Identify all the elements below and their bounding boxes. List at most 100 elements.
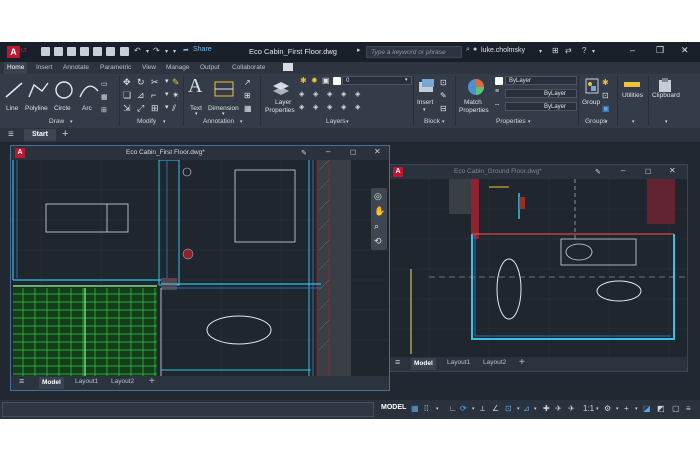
edit-block-icon[interactable]: ✎	[440, 91, 447, 100]
object-snap-dropdown-icon[interactable]: ▾	[517, 406, 520, 412]
match-properties-icon[interactable]	[466, 77, 486, 97]
quick-properties-icon[interactable]: ◪	[643, 404, 651, 413]
modify-panel-expand-icon[interactable]: ▾	[163, 119, 166, 125]
maximize-icon[interactable]: ❐	[656, 45, 664, 56]
layer-color-swatch[interactable]	[333, 77, 341, 85]
command-line[interactable]	[2, 402, 374, 417]
exchange-icon[interactable]: ⇄	[565, 46, 572, 55]
linetype-icon[interactable]: ┄	[495, 101, 499, 109]
search-arrow-icon[interactable]: ▸	[357, 46, 361, 54]
user-icon[interactable]: ●	[473, 46, 477, 53]
save-icon[interactable]	[67, 47, 76, 56]
layer-tool-7-icon[interactable]: ◈	[313, 103, 318, 111]
tab-parametric[interactable]: Parametric	[100, 64, 131, 71]
layout-tab-2[interactable]: Layout2	[483, 359, 506, 366]
block-panel-title[interactable]: Block	[424, 118, 440, 125]
close-icon[interactable]: ✕	[681, 45, 689, 56]
clipboard-icon[interactable]	[657, 77, 673, 93]
transparency-icon[interactable]: ✚	[543, 404, 550, 413]
save-as-icon[interactable]	[80, 47, 89, 56]
arc-tool[interactable]: Arc	[82, 105, 92, 112]
layout-menu-icon[interactable]: ≡	[19, 376, 24, 386]
layout-menu-icon[interactable]: ≡	[395, 357, 400, 367]
fillet-icon[interactable]: ⌐	[151, 90, 156, 100]
drawing-window-ground-floor[interactable]: A Eco Cabin_Ground Floor.dwg* ✎ – ☐ ✕ ≡ …	[388, 164, 688, 372]
pan-icon[interactable]: ✋	[374, 206, 385, 217]
lineweight-icon[interactable]: ≡	[495, 88, 499, 95]
layers-panel-title[interactable]: Layers	[326, 118, 346, 125]
lineweight-dropdown[interactable]: ByLayer	[505, 89, 577, 98]
annotation-monitor-icon[interactable]: +	[624, 404, 629, 413]
dimension-dropdown-icon[interactable]: ▾	[222, 111, 225, 117]
scale-dropdown-icon[interactable]: ▾	[596, 406, 599, 412]
leader-icon[interactable]: ↗	[244, 78, 251, 87]
steering-wheel-icon[interactable]: ◎	[374, 191, 382, 202]
open-file-icon[interactable]	[54, 47, 63, 56]
tab-output[interactable]: Output	[200, 64, 220, 71]
boundary-icon[interactable]: ⊞	[101, 106, 107, 114]
clean-screen-icon[interactable]: ▢	[672, 404, 680, 413]
zoom-icon[interactable]: ⌕	[374, 221, 379, 232]
lineweight-toggle-icon[interactable]: ⊿	[523, 404, 530, 413]
layer-dropdown-arrow-icon[interactable]: ▾	[405, 77, 408, 83]
save-web-icon[interactable]	[106, 47, 115, 56]
groups-panel-expand-icon[interactable]: ▾	[605, 119, 608, 125]
search-icon[interactable]: ⌕	[466, 46, 470, 54]
linetype-dropdown[interactable]: ByLayer	[505, 102, 577, 111]
line-tool[interactable]: Line	[6, 105, 18, 112]
polar-dropdown-icon[interactable]: ▾	[472, 406, 475, 412]
layer-properties-label-2[interactable]: Properties	[265, 107, 295, 114]
add-layout-button[interactable]: +	[149, 376, 155, 387]
layout-tab-1[interactable]: Layout1	[447, 359, 470, 366]
tab-insert[interactable]: Insert	[36, 64, 52, 71]
layer-properties-icon[interactable]	[271, 77, 291, 97]
utilities-expand-icon[interactable]: ▾	[632, 119, 635, 125]
share-icon[interactable]: ➦	[183, 46, 189, 54]
tab-collaborate[interactable]: Collaborate	[232, 64, 265, 71]
color-dropdown[interactable]: ByLayer	[505, 76, 577, 85]
rectangle-icon[interactable]: ▭	[101, 80, 108, 88]
layout-tab-model[interactable]: Model	[39, 377, 64, 389]
clipboard-button[interactable]: Clipboard	[652, 92, 680, 99]
ribbon-options-icon[interactable]	[283, 63, 293, 71]
drawing-canvas-ground-floor[interactable]	[389, 179, 687, 357]
window-close-icon[interactable]: ✕	[374, 147, 381, 156]
layout-tab-2[interactable]: Layout2	[111, 378, 134, 385]
table-icon[interactable]: ⊞	[244, 91, 251, 100]
explode-icon[interactable]: ✴	[172, 90, 180, 101]
tab-annotate[interactable]: Annotate	[63, 64, 89, 71]
customization-menu-icon[interactable]: ≡	[686, 404, 691, 413]
object-snap-tracking-icon[interactable]: ∠	[492, 404, 499, 413]
start-tab[interactable]: Start	[24, 129, 56, 141]
draw-panel-expand-icon[interactable]: ▾	[70, 119, 73, 125]
menu-icon[interactable]: ≡	[8, 129, 14, 140]
hatch-icon[interactable]: ▦	[101, 93, 108, 101]
user-name[interactable]: luke.cholmsky	[481, 47, 525, 54]
undo-icon[interactable]: ↶	[134, 46, 141, 55]
open-web-icon[interactable]	[93, 47, 102, 56]
tab-manage[interactable]: Manage	[166, 64, 190, 71]
cart-icon[interactable]: ⊞	[552, 46, 559, 55]
plot-icon[interactable]	[120, 47, 129, 56]
selection-cycling-icon[interactable]: ✈	[555, 404, 562, 413]
object-snap-icon[interactable]: ⊡	[505, 404, 512, 413]
user-dropdown-icon[interactable]: ▾	[539, 48, 542, 55]
layer-tool-3-icon[interactable]: ◈	[327, 90, 332, 98]
markup-icon[interactable]: ▦	[244, 104, 252, 113]
mirror-icon[interactable]: ⊿	[137, 90, 145, 101]
erase-icon[interactable]: ✎	[172, 77, 180, 88]
layer-dropdown[interactable]: 0	[342, 76, 412, 85]
new-tab-button[interactable]: +	[62, 128, 68, 140]
model-space-button[interactable]: MODEL	[381, 404, 406, 411]
ungroup-icon[interactable]: ✱	[602, 78, 609, 87]
polyline-tool[interactable]: Polyline	[25, 105, 48, 112]
layer-tool-5-icon[interactable]: ◈	[355, 90, 360, 98]
insert-tool[interactable]: Insert	[417, 99, 433, 106]
layer-tool-6-icon[interactable]: ◈	[299, 103, 304, 111]
move-icon[interactable]: ✥	[123, 77, 131, 88]
search-input[interactable]: Type a keyword or phrase	[366, 46, 462, 58]
units-dropdown-icon[interactable]: ▾	[635, 406, 638, 412]
pin-icon[interactable]: ✎	[595, 168, 601, 176]
layer-bulb-icon[interactable]: ✱	[300, 76, 307, 85]
rotate-icon[interactable]: ↻	[137, 77, 145, 88]
